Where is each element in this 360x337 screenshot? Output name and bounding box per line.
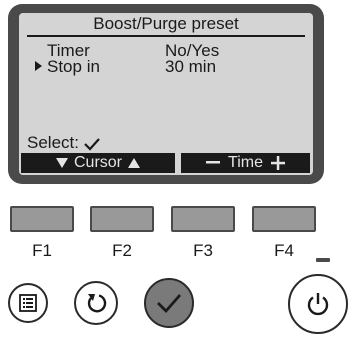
operation-lamp xyxy=(316,258,330,262)
softkey-cursor-label: Cursor xyxy=(73,154,122,171)
arrow-up-icon xyxy=(128,158,140,168)
f3-label: F3 xyxy=(193,241,213,260)
plus-icon xyxy=(270,156,285,170)
select-label: Select: xyxy=(27,133,79,152)
select-hint: Select: xyxy=(27,133,100,152)
menu-row-label: Stop in xyxy=(47,57,100,76)
select-button[interactable] xyxy=(144,278,194,328)
f4-button[interactable] xyxy=(252,206,316,232)
cursor-pointer-icon xyxy=(35,61,42,71)
f1-button[interactable] xyxy=(10,206,74,232)
check-icon xyxy=(83,137,100,151)
f2-label: F2 xyxy=(112,241,132,260)
f4-label: F4 xyxy=(274,241,294,260)
return-button[interactable] xyxy=(74,281,118,325)
menu-button[interactable] xyxy=(8,283,48,323)
lcd-screen: Boost/Purge preset Timer No/Yes Stop in … xyxy=(19,13,313,175)
menu-icon xyxy=(19,294,37,312)
f3-button[interactable] xyxy=(171,206,235,232)
f1-label: F1 xyxy=(32,241,52,260)
check-icon xyxy=(157,294,182,314)
power-button[interactable] xyxy=(288,274,348,334)
menu-row-value: 30 min xyxy=(165,57,217,76)
softkey-time-label: Time xyxy=(228,154,263,171)
f2-button[interactable] xyxy=(90,206,154,232)
minus-icon xyxy=(206,161,221,164)
softkey-time-bar: Time xyxy=(181,153,310,173)
softkey-cursor-bar: Cursor xyxy=(21,153,175,173)
screen-title: Boost/Purge preset xyxy=(93,14,239,33)
arrow-down-icon xyxy=(55,158,68,168)
title-divider xyxy=(27,35,305,37)
return-icon xyxy=(87,294,107,313)
power-icon xyxy=(307,293,329,316)
